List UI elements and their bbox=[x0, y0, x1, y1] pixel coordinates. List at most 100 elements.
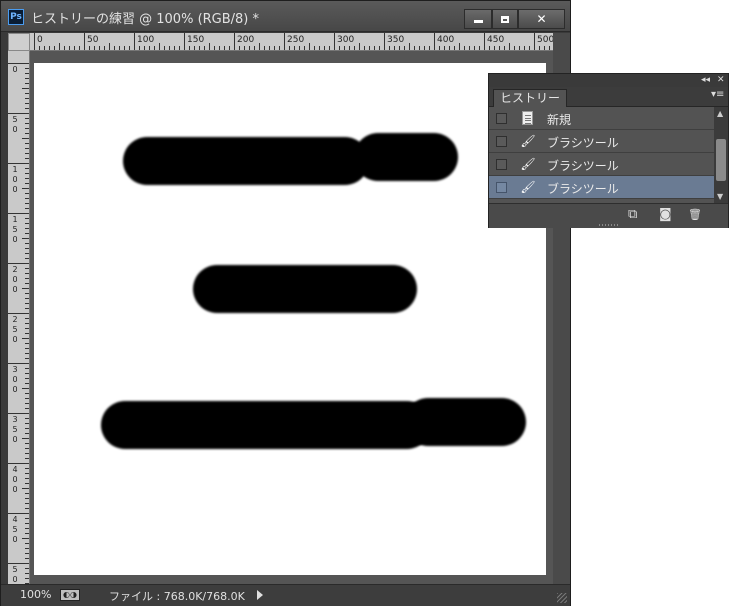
ruler-label: 0 bbox=[37, 35, 43, 45]
ruler-major-tick bbox=[84, 33, 85, 50]
ruler-label: 350 bbox=[387, 35, 405, 45]
history-brush-source-checkbox[interactable] bbox=[496, 136, 507, 147]
history-state-label: ブラシツール bbox=[547, 182, 619, 196]
ruler-minor-tick bbox=[214, 46, 215, 50]
ruler-minor-tick bbox=[114, 46, 115, 50]
ruler-minor-tick bbox=[25, 293, 29, 294]
zoom-level[interactable]: 100% bbox=[20, 588, 51, 601]
ruler-minor-tick bbox=[25, 273, 29, 274]
ruler-major-tick bbox=[534, 33, 535, 50]
ruler-minor-tick bbox=[459, 43, 460, 50]
ruler-minor-tick bbox=[409, 43, 410, 50]
vertical-ruler[interactable]: 0 50 100 150 200 250 300 350 400 450 500 bbox=[8, 51, 30, 584]
ruler-minor-tick bbox=[25, 233, 29, 234]
history-state-row[interactable]: 🖌 ブラシツール bbox=[489, 176, 714, 199]
file-size-info: ファイル : 768.0K/768.0K bbox=[109, 590, 245, 603]
image-canvas[interactable] bbox=[34, 63, 546, 575]
ruler-minor-tick bbox=[25, 348, 29, 349]
ruler-minor-tick bbox=[25, 228, 29, 229]
ruler-minor-tick bbox=[429, 46, 430, 50]
collapse-panel-icon[interactable]: ◂◂ bbox=[701, 74, 710, 87]
history-state-row[interactable]: 🖌 ブラシツール bbox=[489, 130, 714, 153]
ruler-minor-tick bbox=[49, 46, 50, 50]
ruler-minor-tick bbox=[25, 248, 29, 249]
panel-header[interactable]: ◂◂ ✕ bbox=[489, 74, 728, 87]
resize-grip-icon[interactable] bbox=[557, 593, 567, 603]
ruler-minor-tick bbox=[159, 43, 160, 50]
ruler-minor-tick bbox=[269, 46, 270, 50]
ruler-minor-tick bbox=[294, 46, 295, 50]
ruler-minor-tick bbox=[25, 383, 29, 384]
scroll-thumb[interactable] bbox=[716, 139, 726, 181]
canvas-area[interactable] bbox=[30, 51, 553, 584]
close-button[interactable]: ✕ bbox=[518, 9, 565, 29]
ruler-label: 300 bbox=[337, 35, 355, 45]
ruler-label: 500 bbox=[12, 565, 18, 584]
ruler-minor-tick bbox=[79, 46, 80, 50]
minimize-button[interactable] bbox=[464, 9, 492, 29]
ruler-minor-tick bbox=[25, 553, 29, 554]
ruler-minor-tick bbox=[194, 46, 195, 50]
ruler-minor-tick bbox=[25, 68, 29, 69]
history-scrollbar[interactable]: ▲ ▼ bbox=[714, 107, 728, 203]
history-state-row[interactable]: 新規 bbox=[489, 107, 714, 130]
history-state-label: ブラシツール bbox=[547, 136, 619, 150]
history-brush-source-checkbox[interactable] bbox=[496, 182, 507, 193]
ruler-label: 100 bbox=[137, 35, 155, 45]
panel-menu-icon[interactable]: ▾≡ bbox=[711, 89, 724, 100]
history-brush-source-checkbox[interactable] bbox=[496, 159, 507, 170]
ruler-label: 0 bbox=[12, 65, 18, 74]
ruler-minor-tick bbox=[364, 46, 365, 50]
photoshop-app-icon: Ps bbox=[8, 9, 24, 25]
ruler-minor-tick bbox=[25, 93, 29, 94]
ruler-minor-tick bbox=[25, 423, 29, 424]
history-brush-source-checkbox[interactable] bbox=[496, 113, 507, 124]
delete-state-trash-icon[interactable]: 🗑 bbox=[688, 208, 702, 222]
scroll-down-icon[interactable]: ▼ bbox=[717, 192, 723, 201]
ruler-minor-tick bbox=[199, 46, 200, 50]
horizontal-ruler[interactable]: 0 50 100 150 200 250 300 350 400 450 500 bbox=[30, 33, 553, 51]
ruler-minor-tick bbox=[289, 46, 290, 50]
ruler-minor-tick bbox=[25, 368, 29, 369]
snapshot-camera-icon[interactable]: ◙ bbox=[659, 208, 672, 222]
ruler-minor-tick bbox=[25, 253, 29, 254]
ruler-minor-tick bbox=[25, 308, 29, 309]
ruler-minor-tick bbox=[25, 98, 29, 99]
ruler-minor-tick bbox=[25, 283, 29, 284]
ruler-minor-tick bbox=[25, 208, 29, 209]
ruler-minor-tick bbox=[154, 46, 155, 50]
status-view-icon[interactable]: ◐◑ bbox=[60, 589, 80, 601]
ruler-label: 200 bbox=[12, 265, 18, 294]
ruler-minor-tick bbox=[224, 46, 225, 50]
ruler-label: 400 bbox=[437, 35, 455, 45]
ruler-minor-tick bbox=[25, 123, 29, 124]
panel-tab-bar: ヒストリー ▾≡ bbox=[489, 87, 728, 107]
history-state-row[interactable]: 🖌 ブラシツール bbox=[489, 153, 714, 176]
maximize-button[interactable] bbox=[492, 9, 518, 29]
status-menu-arrow-icon[interactable] bbox=[257, 590, 263, 600]
ruler-major-tick bbox=[34, 33, 35, 50]
close-panel-icon[interactable]: ✕ bbox=[717, 74, 725, 87]
ruler-label: 200 bbox=[237, 35, 255, 45]
ruler-minor-tick bbox=[25, 83, 29, 84]
ruler-minor-tick bbox=[129, 46, 130, 50]
panel-resize-grip[interactable] bbox=[599, 224, 619, 226]
ruler-origin[interactable] bbox=[8, 33, 30, 51]
ruler-minor-tick bbox=[25, 143, 29, 144]
scroll-up-icon[interactable]: ▲ bbox=[717, 109, 723, 118]
ruler-minor-tick bbox=[499, 46, 500, 50]
ruler-minor-tick bbox=[25, 218, 29, 219]
ruler-minor-tick bbox=[309, 43, 310, 50]
document-icon bbox=[522, 111, 533, 125]
ruler-minor-tick bbox=[25, 223, 29, 224]
ruler-minor-tick bbox=[22, 488, 29, 489]
ruler-minor-tick bbox=[464, 46, 465, 50]
ruler-minor-tick bbox=[25, 198, 29, 199]
title-bar[interactable]: Ps ヒストリーの練習 @ 100% (RGB/8) * ✕ bbox=[1, 1, 570, 32]
ruler-major-tick bbox=[8, 513, 29, 514]
ruler-minor-tick bbox=[249, 46, 250, 50]
tab-history[interactable]: ヒストリー bbox=[493, 89, 568, 107]
ruler-minor-tick bbox=[25, 78, 29, 79]
ruler-label: 450 bbox=[487, 35, 505, 45]
new-document-from-state-icon[interactable]: ⧉ bbox=[628, 208, 637, 222]
